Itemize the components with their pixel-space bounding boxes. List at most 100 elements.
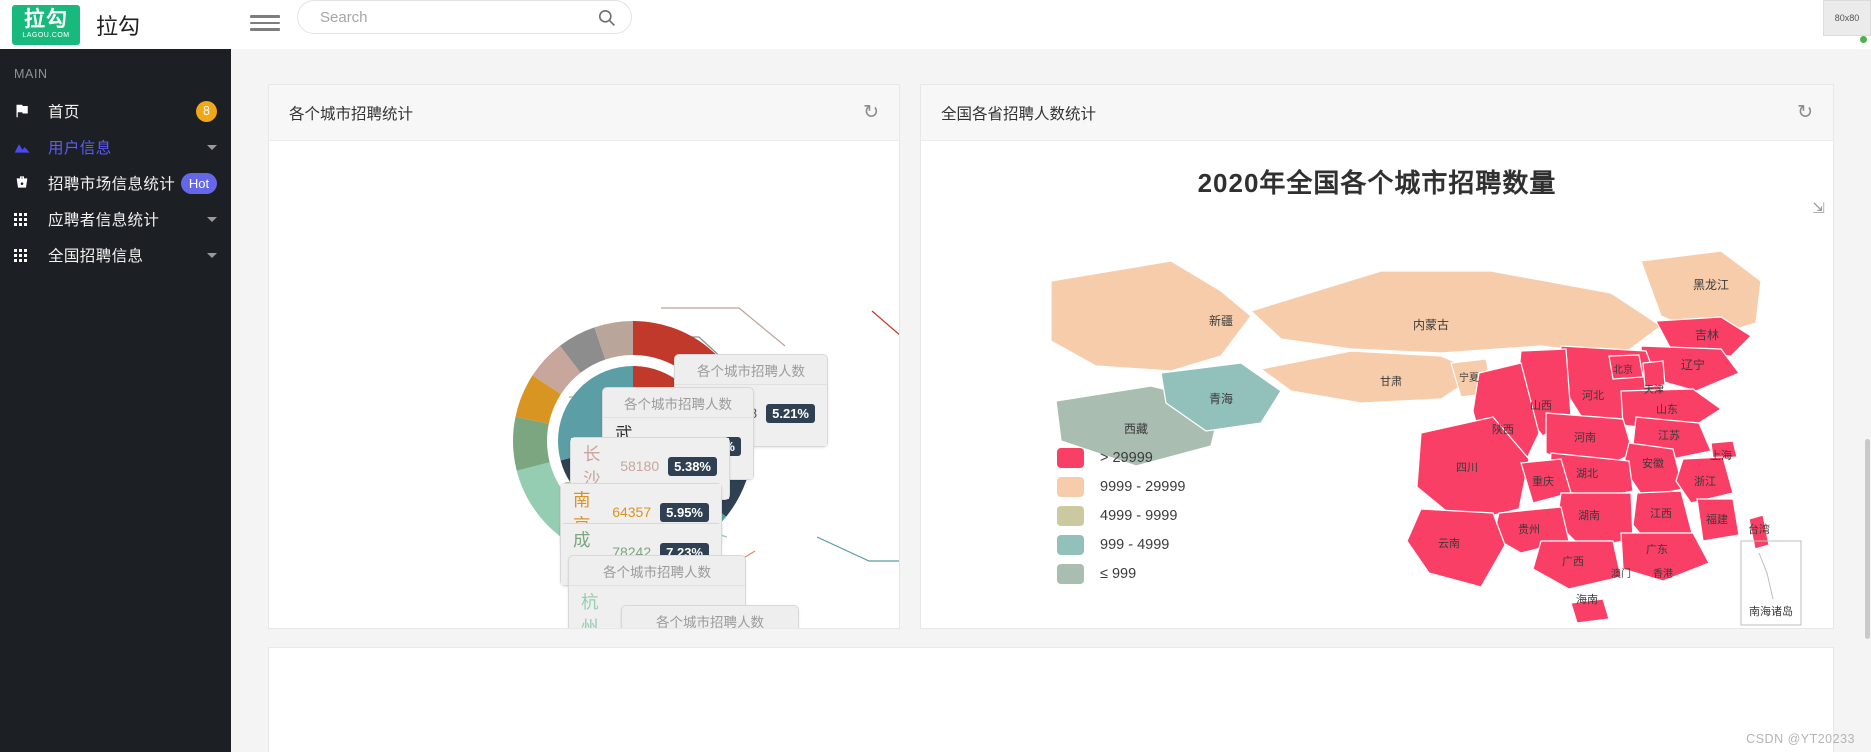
grid-icon xyxy=(14,248,48,262)
bottom-card xyxy=(268,647,1834,752)
sidebar-section-title: MAIN xyxy=(14,67,48,81)
province-label-beijing: 北京 xyxy=(1613,363,1633,376)
tooltip-city: 杭州 xyxy=(581,592,599,628)
province-label-neimenggu: 内蒙古 xyxy=(1413,317,1449,332)
province-label-heilongjiang: 黑龙江 xyxy=(1693,278,1729,292)
sidebar-item-user-info[interactable]: 用户信息 xyxy=(0,129,231,165)
basket-icon xyxy=(14,175,48,191)
province-label-guangxi: 广西 xyxy=(1562,555,1584,568)
tooltip-header: 各个城市招聘人数 xyxy=(656,615,764,628)
watermark: CSDN @YT20233 xyxy=(1746,732,1855,746)
card-header: 全国各省招聘人数统计 ↻ xyxy=(921,85,1833,141)
province-label-jiangsu: 江苏 xyxy=(1658,429,1680,442)
province-label-shandong: 山东 xyxy=(1656,403,1678,416)
province-label-nanhaizhudao: 南海诸岛 xyxy=(1749,604,1793,618)
province-label-guizhou: 贵州 xyxy=(1518,523,1540,536)
app-root: 拉勾 LAGOU.COM 拉勾 80x80 MAIN xyxy=(0,0,1871,752)
legend-label: ≤ 999 xyxy=(1100,566,1137,582)
brand-name: 拉勾 xyxy=(96,13,141,39)
sidebar-item-label: 招聘市场信息统计 xyxy=(48,176,176,193)
refresh-icon[interactable]: ↻ xyxy=(1797,103,1813,122)
search-area xyxy=(297,0,632,36)
page-title: 全国各省招聘人数统计 xyxy=(941,105,1097,123)
province-label-xinjiang: 新疆 xyxy=(1209,313,1233,328)
grid-icon xyxy=(14,212,48,226)
province-label-shanghai: 上海 xyxy=(1710,448,1732,462)
legend-swatch xyxy=(1057,564,1084,584)
legend-swatch xyxy=(1057,506,1084,526)
tooltip-percent: 5.21% xyxy=(766,403,815,423)
province-label-xizang: 西藏 xyxy=(1124,422,1148,436)
legend-label: 4999 - 9999 xyxy=(1100,508,1178,524)
sidebar-item-label: 用户信息 xyxy=(48,140,112,157)
search-box[interactable] xyxy=(297,0,632,34)
sidebar-item-label: 全国招聘信息 xyxy=(48,248,144,265)
donut-chart: 北京 上海 深圳 各个城市招聘人数 苏州 56338 5.21% xyxy=(269,141,899,628)
province-label-aomen: 澳门 xyxy=(1611,567,1631,580)
corner-size-indicator: 80x80 xyxy=(1823,0,1871,36)
legend-swatch xyxy=(1057,535,1084,555)
city-recruitment-card: 各个城市招聘统计 ↻ 各个城市招聘人数 5.21% 各个城市招聘人数 武 长沙 … xyxy=(268,84,900,629)
hamburger-line xyxy=(250,28,280,31)
legend-item[interactable]: 4999 - 9999 xyxy=(1057,506,1185,526)
page-scrollbar[interactable] xyxy=(1864,49,1871,752)
legend-swatch xyxy=(1057,448,1084,468)
province-label-taiwan: 台湾 xyxy=(1748,522,1770,536)
brand-area[interactable]: 拉勾 LAGOU.COM 拉勾 xyxy=(0,0,276,49)
province-label-chongqing: 重庆 xyxy=(1532,474,1554,488)
page-title: 各个城市招聘统计 xyxy=(289,105,414,123)
main-content: 各个城市招聘统计 ↻ 各个城市招聘人数 5.21% 各个城市招聘人数 武 长沙 … xyxy=(231,49,1871,752)
scrollbar-thumb[interactable] xyxy=(1865,439,1870,639)
province-label-gansu: 甘肃 xyxy=(1380,375,1402,388)
province-label-xianggang: 香港 xyxy=(1653,568,1673,580)
logo-main-text: 拉勾 xyxy=(24,8,68,31)
legend-label: 999 - 4999 xyxy=(1100,537,1170,553)
sidebar-badge-count: 8 xyxy=(196,100,217,122)
sidebar: MAIN 首页 8 用户信息 招聘市场信息统计 Hot 应聘者信息统计 全国招聘… xyxy=(0,49,231,752)
province-label-tianjin: 天津 xyxy=(1644,384,1664,396)
legend-swatch xyxy=(1057,477,1084,497)
province-label-hunan: 湖南 xyxy=(1578,509,1600,522)
legend-item[interactable]: 9999 - 29999 xyxy=(1057,477,1185,497)
sidebar-item-market-stats[interactable]: 招聘市场信息统计 Hot xyxy=(0,165,231,201)
status-dot xyxy=(1860,36,1867,43)
tooltip-header: 各个城市招聘人数 xyxy=(697,364,805,379)
logo-sub-text: LAGOU.COM xyxy=(22,32,70,39)
hamburger-line xyxy=(250,21,280,25)
tooltip-guangzhou: 各个城市招聘人数 广州 124985 11.55% xyxy=(621,605,799,628)
top-bar: 拉勾 LAGOU.COM 拉勾 80x80 xyxy=(0,0,1871,49)
search-icon[interactable] xyxy=(591,8,621,27)
chevron-down-icon xyxy=(207,216,217,222)
chevron-down-icon xyxy=(207,144,217,150)
province-label-anhui: 安徽 xyxy=(1642,456,1664,470)
chevron-down-icon xyxy=(207,252,217,258)
legend-item[interactable]: ≤ 999 xyxy=(1057,564,1185,584)
province-label-hainan: 海南 xyxy=(1576,592,1598,606)
legend-item[interactable]: > 29999 xyxy=(1057,448,1185,468)
hamburger-icon[interactable] xyxy=(250,8,280,38)
sidebar-item-label: 应聘者信息统计 xyxy=(48,212,160,229)
donut-chart-body: 北京 上海 深圳 各个城市招聘人数 苏州 56338 5.21% xyxy=(269,141,899,628)
tooltip-value: 64357 xyxy=(612,504,652,520)
tooltip-percent: 5.38% xyxy=(668,456,717,476)
hamburger-line xyxy=(250,15,280,18)
province-label-hebei: 河北 xyxy=(1582,389,1604,402)
province-label-guangdong: 广东 xyxy=(1646,543,1668,556)
refresh-icon[interactable]: ↻ xyxy=(863,103,879,122)
province-label-liaoning: 辽宁 xyxy=(1681,357,1705,372)
legend-item[interactable]: 999 - 4999 xyxy=(1057,535,1185,555)
sidebar-item-home[interactable]: 首页 8 xyxy=(0,93,231,129)
legend-label: 9999 - 29999 xyxy=(1100,479,1186,495)
province-label-hubei: 湖北 xyxy=(1576,467,1598,480)
sidebar-item-label: 首页 xyxy=(48,104,80,121)
mountains-icon xyxy=(14,140,48,154)
sidebar-badge-hot: Hot xyxy=(181,172,217,194)
province-label-sichuan: 四川 xyxy=(1456,462,1478,474)
sidebar-item-applicant-stats[interactable]: 应聘者信息统计 xyxy=(0,201,231,237)
map-legend: > 29999 9999 - 29999 4999 - 9999 999 - 4… xyxy=(1057,448,1185,593)
card-header: 各个城市招聘统计 ↻ xyxy=(269,85,899,141)
province-label-shaanxi: 陕西 xyxy=(1492,422,1514,436)
sidebar-item-national-jobs[interactable]: 全国招聘信息 xyxy=(0,237,231,273)
legend-label: > 29999 xyxy=(1100,450,1153,466)
search-input[interactable] xyxy=(318,7,591,27)
